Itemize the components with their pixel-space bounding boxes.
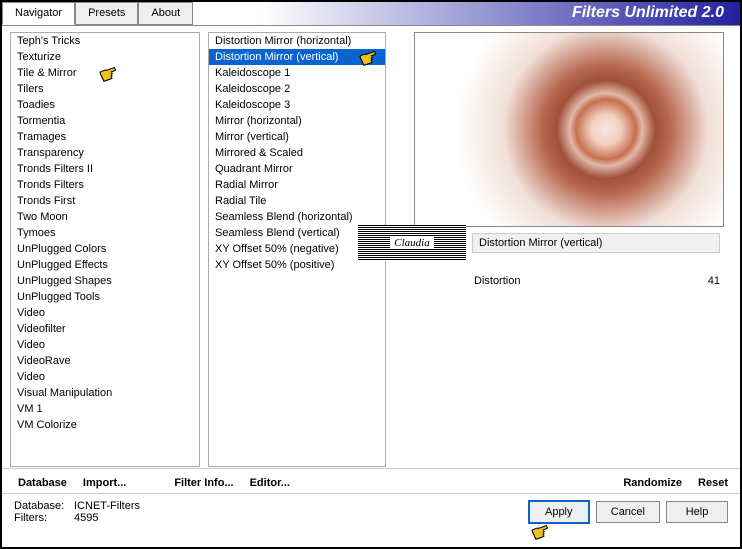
tab-presets[interactable]: Presets: [75, 2, 138, 25]
list-item[interactable]: UnPlugged Shapes: [11, 273, 199, 289]
list-item[interactable]: Video: [11, 369, 199, 385]
database-button[interactable]: Database: [18, 477, 67, 489]
param-value[interactable]: 41: [708, 275, 720, 287]
list-item[interactable]: UnPlugged Effects: [11, 257, 199, 273]
apply-button[interactable]: Apply: [528, 500, 590, 524]
tab-navigator[interactable]: Navigator: [2, 2, 75, 25]
list-item[interactable]: VM Colorize: [11, 417, 199, 433]
list-item[interactable]: Mirrored & Scaled: [209, 145, 385, 161]
list-item[interactable]: Toadies: [11, 97, 199, 113]
randomize-button[interactable]: Randomize: [623, 477, 682, 489]
list-item[interactable]: Tile & Mirror: [11, 65, 199, 81]
list-item[interactable]: Radial Tile: [209, 193, 385, 209]
list-item[interactable]: Tramages: [11, 129, 199, 145]
list-item[interactable]: Transparency: [11, 145, 199, 161]
import-button[interactable]: Import...: [83, 477, 126, 489]
list-item[interactable]: Tymoes: [11, 225, 199, 241]
list-item[interactable]: Seamless Blend (horizontal): [209, 209, 385, 225]
list-item[interactable]: Videofilter: [11, 321, 199, 337]
list-item[interactable]: Tronds Filters II: [11, 161, 199, 177]
filter-name-field: Distortion Mirror (vertical): [472, 233, 720, 253]
watermark-logo: Claudia: [358, 225, 466, 261]
list-item[interactable]: Tronds Filters: [11, 177, 199, 193]
list-item[interactable]: Mirror (horizontal): [209, 113, 385, 129]
list-item[interactable]: UnPlugged Colors: [11, 241, 199, 257]
list-item[interactable]: Radial Mirror: [209, 177, 385, 193]
help-button[interactable]: Help: [666, 501, 728, 523]
list-item[interactable]: VM 1: [11, 401, 199, 417]
list-item[interactable]: Tronds First: [11, 193, 199, 209]
filter-info-button[interactable]: Filter Info...: [174, 477, 233, 489]
preview-image: [414, 32, 724, 227]
list-item[interactable]: Texturize: [11, 49, 199, 65]
list-item[interactable]: Kaleidoscope 1: [209, 65, 385, 81]
tab-about[interactable]: About: [138, 2, 193, 25]
list-item[interactable]: Tilers: [11, 81, 199, 97]
editor-button[interactable]: Editor...: [250, 477, 290, 489]
list-item[interactable]: Two Moon: [11, 209, 199, 225]
cancel-button[interactable]: Cancel: [596, 501, 660, 523]
list-item[interactable]: Teph's Tricks: [11, 33, 199, 49]
list-item[interactable]: UnPlugged Tools: [11, 289, 199, 305]
list-item[interactable]: Video: [11, 337, 199, 353]
list-item[interactable]: Kaleidoscope 3: [209, 97, 385, 113]
reset-button[interactable]: Reset: [698, 477, 728, 489]
list-item[interactable]: Visual Manipulation: [11, 385, 199, 401]
watermark-text: Claudia: [390, 237, 433, 249]
list-item[interactable]: Distortion Mirror (vertical): [209, 49, 385, 65]
param-label: Distortion: [474, 275, 520, 287]
app-title: Filters Unlimited 2.0: [572, 2, 740, 25]
list-item[interactable]: Quadrant Mirror: [209, 161, 385, 177]
list-item[interactable]: Kaleidoscope 2: [209, 81, 385, 97]
category-list[interactable]: Teph's TricksTexturizeTile & MirrorTiler…: [10, 32, 200, 467]
status-info: Database:ICNET-Filters Filters:4595: [14, 500, 140, 524]
list-item[interactable]: Tormentia: [11, 113, 199, 129]
list-item[interactable]: Distortion Mirror (horizontal): [209, 33, 385, 49]
list-item[interactable]: Mirror (vertical): [209, 129, 385, 145]
list-item[interactable]: VideoRave: [11, 353, 199, 369]
list-item[interactable]: Video: [11, 305, 199, 321]
